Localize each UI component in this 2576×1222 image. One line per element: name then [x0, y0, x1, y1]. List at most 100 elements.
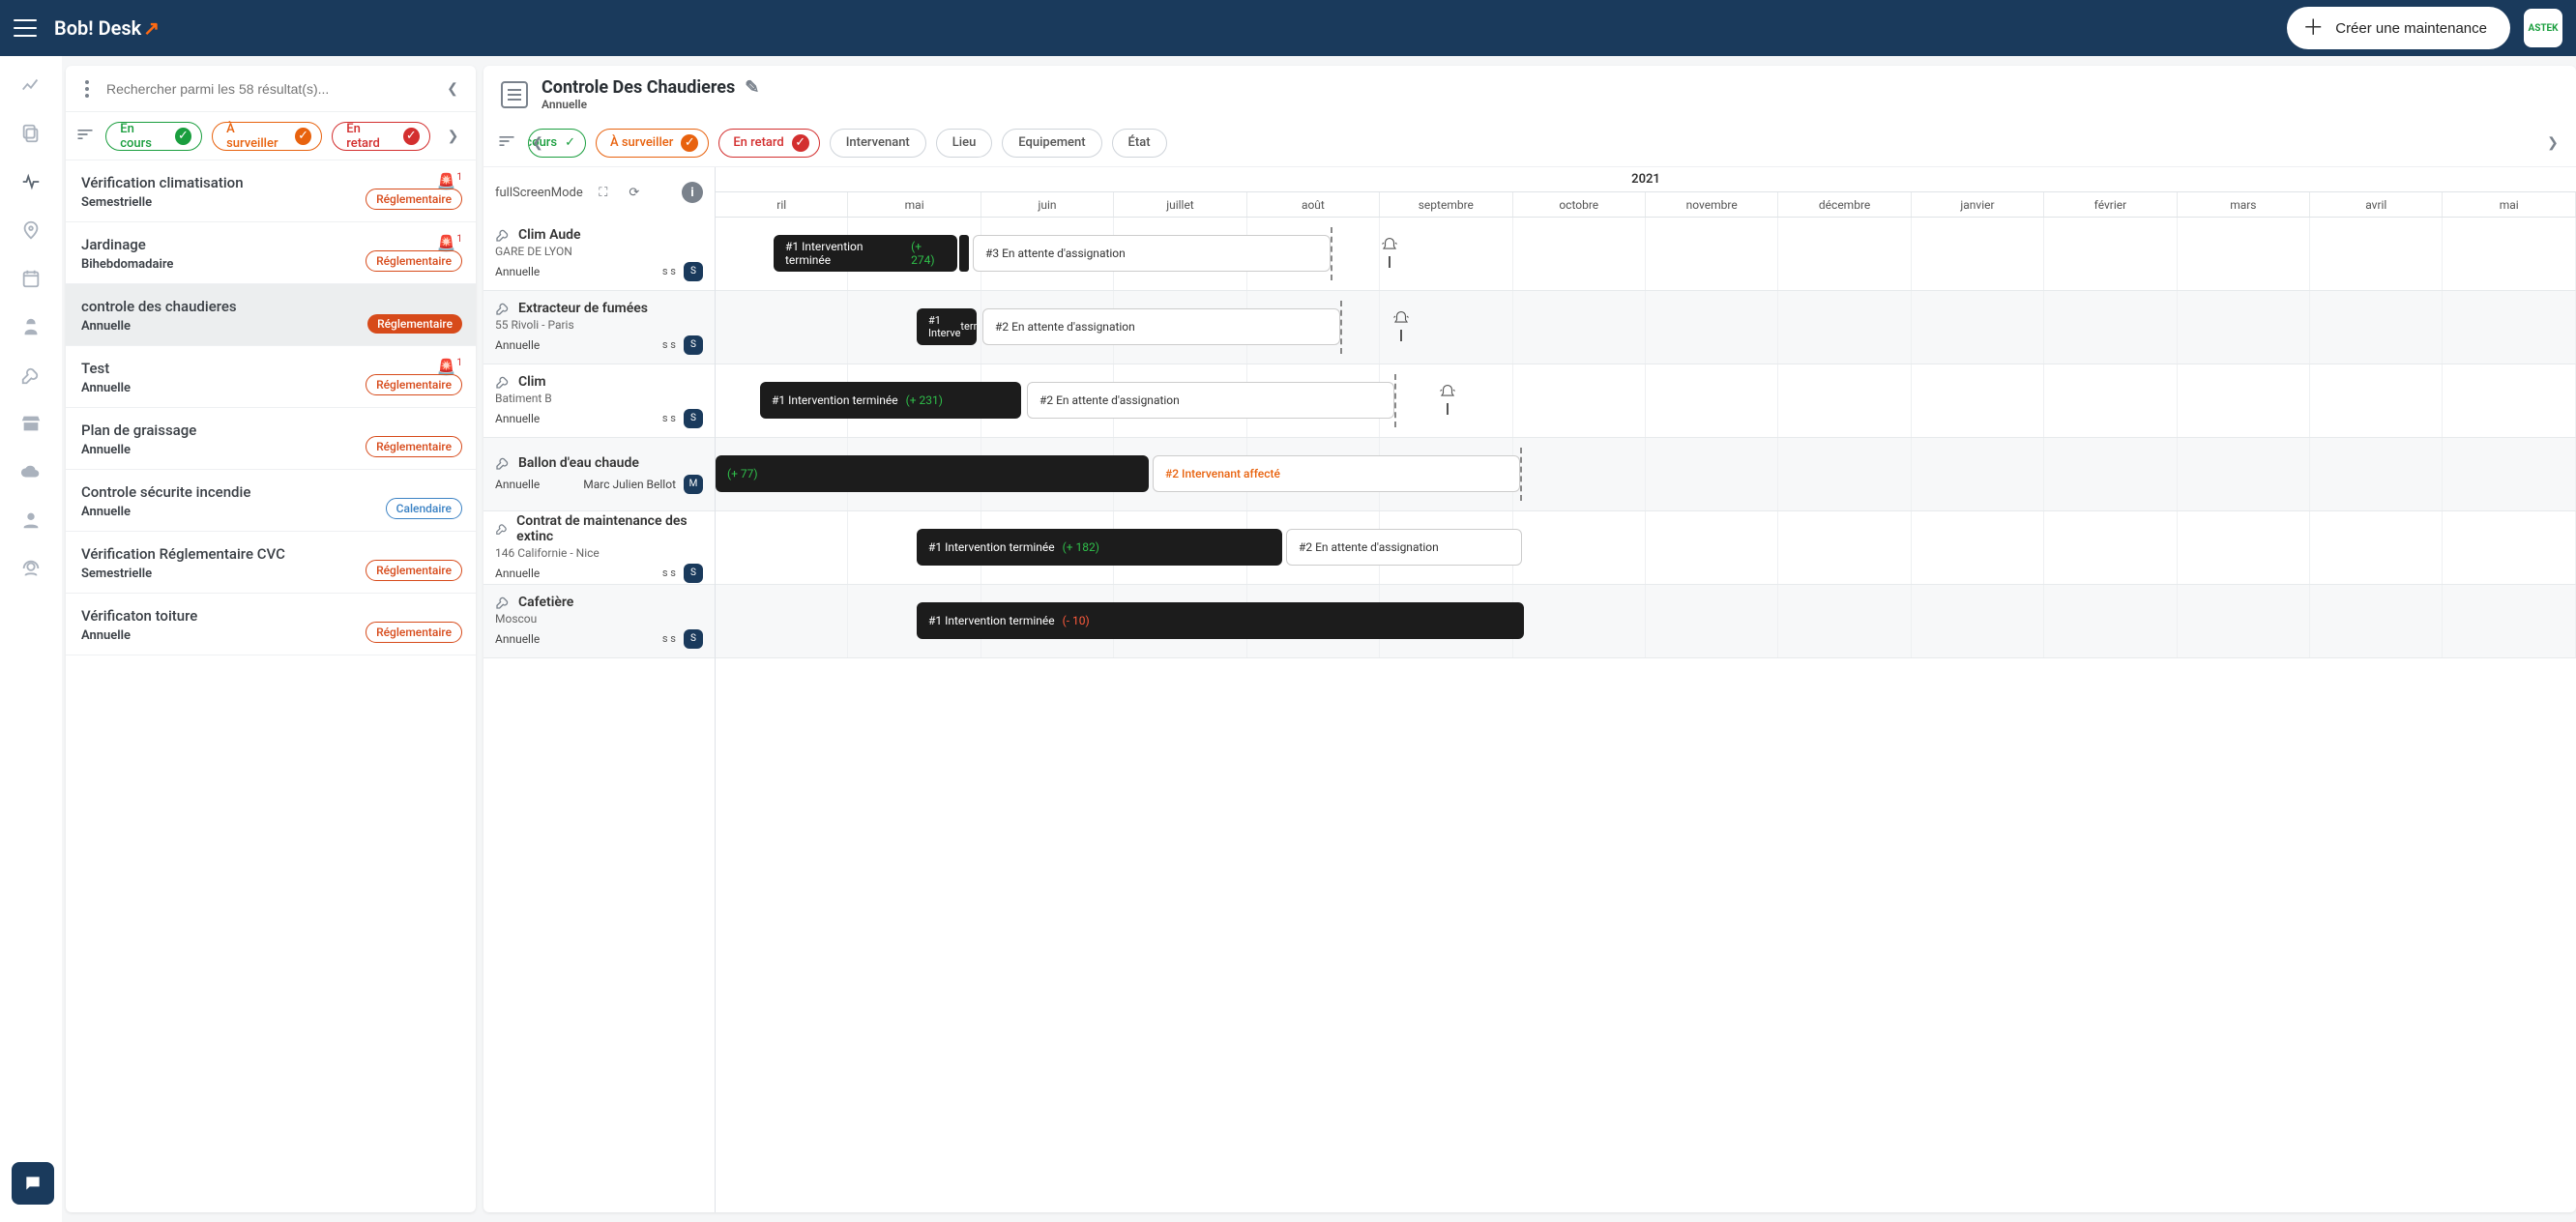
avatar-initials: s s [662, 567, 676, 579]
collapse-left-icon[interactable]: ❮ [439, 75, 466, 102]
location-icon[interactable] [19, 218, 43, 242]
logo: Bob! Desk↗ [54, 16, 160, 40]
chip-en-retard[interactable]: En retard✓ [332, 122, 430, 151]
list-item[interactable]: 🚨1Jardinage Bihebdomadaire Réglementaire [66, 222, 476, 284]
chart-icon[interactable] [19, 73, 43, 97]
chevron-right-icon[interactable]: ❯ [2539, 130, 2566, 157]
chip-a-surveiller[interactable]: À surveiller✓ [212, 122, 322, 151]
support-icon[interactable] [19, 557, 43, 580]
avatar-badge: S [684, 564, 703, 583]
list-panel: ❮ En cours✓ À surveiller✓ En retard✓ ❯ 🚨… [66, 66, 476, 1212]
refresh-icon[interactable]: ⟳ [624, 182, 645, 203]
gantt-row-header[interactable]: Clim Aude GARE DE LYON Annuelles sS [483, 218, 715, 291]
gantt-bar[interactable]: #2 En attente d'assignation [1286, 529, 1522, 566]
check-icon: ✓ [565, 134, 575, 152]
gantt-row-header[interactable]: Extracteur de fumées 55 Rivoli - Paris A… [483, 291, 715, 364]
gantt-row-track: #1 Intervention terminée(+ 274) #3 En att… [716, 218, 2576, 291]
brand-badge[interactable]: ASTEK [2524, 9, 2562, 47]
heartbeat-icon[interactable] [19, 170, 43, 193]
month-cell: février [2044, 192, 2177, 217]
fullscreen-icon[interactable]: ⛶ [593, 182, 614, 203]
month-cell: janvier [1912, 192, 2044, 217]
gantt-row-header[interactable]: Clim Batiment B Annuelles sS [483, 364, 715, 438]
check-icon: ✓ [403, 128, 420, 145]
month-cell: ril [716, 192, 848, 217]
arrow-icon: ↗ [143, 16, 160, 40]
info-icon[interactable]: i [682, 182, 703, 203]
list-item-tag: Calendaire [386, 498, 462, 519]
gantt-bar[interactable]: #2 En attente d'assignation [1027, 382, 1394, 419]
month-cell: mai [2443, 192, 2575, 217]
create-label: Créer une maintenance [2335, 20, 2487, 37]
chip-a-surveiller[interactable]: À surveiller✓ [596, 129, 709, 158]
sort-icon[interactable] [497, 131, 518, 155]
chevron-right-icon[interactable]: ❯ [440, 123, 466, 150]
gantt-row-loc: Moscou [495, 612, 703, 626]
gantt-bar[interactable]: (+ 77) [716, 455, 1149, 492]
dashed-marker [1340, 301, 1342, 354]
create-maintenance-button[interactable]: ＋ Créer une maintenance [2287, 7, 2510, 49]
gantt-row-header[interactable]: Contrat de maintenance des extinc 146 Ca… [483, 511, 715, 585]
list-item[interactable]: Vérification Réglementaire CVC Semestrie… [66, 532, 476, 594]
chip-en-cours[interactable]: En cours✓ [105, 122, 202, 151]
gantt-row-track: #1 Intervention terminée(- 10) [716, 585, 2576, 658]
user-icon[interactable] [19, 509, 43, 532]
gantt-row-header[interactable]: Ballon d'eau chaude AnnuelleMarc Julien … [483, 438, 715, 511]
chevron-left-icon[interactable]: ❮ [524, 130, 551, 157]
chat-fab[interactable] [12, 1162, 54, 1205]
kebab-icon[interactable] [75, 80, 99, 98]
avatar-badge: S [684, 629, 703, 649]
store-icon[interactable] [19, 412, 43, 435]
calendar-icon[interactable] [19, 267, 43, 290]
gantt-bar[interactable]: #1 Intervention terminée(+ 231) [760, 382, 1021, 419]
month-cell: août [1247, 192, 1380, 217]
menu-icon[interactable] [14, 19, 37, 37]
list-item[interactable]: 🚨1Vérification climatisation Semestriell… [66, 160, 476, 222]
chip-en-retard[interactable]: En retard✓ [718, 129, 819, 158]
gantt-row-loc: GARE DE LYON [495, 245, 703, 258]
gantt-bar[interactable] [959, 235, 969, 272]
check-icon: ✓ [295, 128, 311, 145]
edit-icon[interactable]: ✎ [745, 77, 759, 98]
avatar-initials: s s [662, 338, 676, 351]
chip-etat[interactable]: État [1112, 129, 1167, 158]
check-icon: ✓ [792, 134, 809, 152]
list-item-tag: Réglementaire [366, 622, 462, 643]
list-item[interactable]: Controle sécurite incendie Annuelle Cale… [66, 470, 476, 532]
sort-icon[interactable] [75, 125, 96, 148]
list-item[interactable]: Plan de graissage Annuelle Réglementaire [66, 408, 476, 470]
gantt-bar[interactable]: #3 En attente d'assignation [973, 235, 1331, 272]
month-cell: décembre [1778, 192, 1911, 217]
worker-icon[interactable] [19, 315, 43, 338]
gantt-bar[interactable]: #2 Intervenant affecté [1153, 455, 1520, 492]
gantt-row-title: Cafetière [518, 595, 573, 610]
chip-equipement[interactable]: Equipement [1002, 129, 1101, 158]
list-body: 🚨1Vérification climatisation Semestriell… [66, 160, 476, 1212]
gantt-bar[interactable]: #1 Intervention terminée(+ 182) [917, 529, 1282, 566]
gantt-bar[interactable]: #1 Intervention terminée(- 10) [917, 602, 1524, 639]
chip-lieu[interactable]: Lieu [936, 129, 993, 158]
chip-intervenant[interactable]: Intervenant [830, 129, 926, 158]
list-item-tag: Réglementaire [366, 436, 462, 457]
gantt-bar[interactable]: #1 Interveterminé [917, 308, 977, 345]
wrench-icon[interactable] [19, 364, 43, 387]
list-item[interactable]: 🚨1Test Annuelle Réglementaire [66, 346, 476, 408]
list-item-tag: Réglementaire [366, 189, 462, 210]
search-input[interactable] [106, 81, 431, 97]
month-cell: septembre [1380, 192, 1512, 217]
avatar-initials: s s [662, 632, 676, 645]
gantt-row-person: Marc Julien Bellot [583, 478, 676, 491]
list-item[interactable]: Vérificaton toiture Annuelle Réglementai… [66, 594, 476, 655]
alarm-marker [1381, 237, 1398, 268]
copy-icon[interactable] [19, 122, 43, 145]
cloud-icon[interactable] [19, 460, 43, 483]
gantt-bar[interactable]: #2 En attente d'assignation [982, 308, 1340, 345]
gantt-row-header[interactable]: Cafetière Moscou Annuelle s s S [483, 585, 715, 658]
list-item[interactable]: controle des chaudieres Annuelle Régleme… [66, 284, 476, 346]
month-cell: novembre [1646, 192, 1778, 217]
check-icon: ✓ [175, 128, 191, 145]
month-cell: octobre [1513, 192, 1646, 217]
gantt-bar[interactable]: #1 Intervention terminée(+ 274) [774, 235, 957, 272]
gantt-row-loc: 146 Californie - Nice [495, 546, 703, 560]
gantt-row-freq: Annuelle [495, 632, 540, 646]
